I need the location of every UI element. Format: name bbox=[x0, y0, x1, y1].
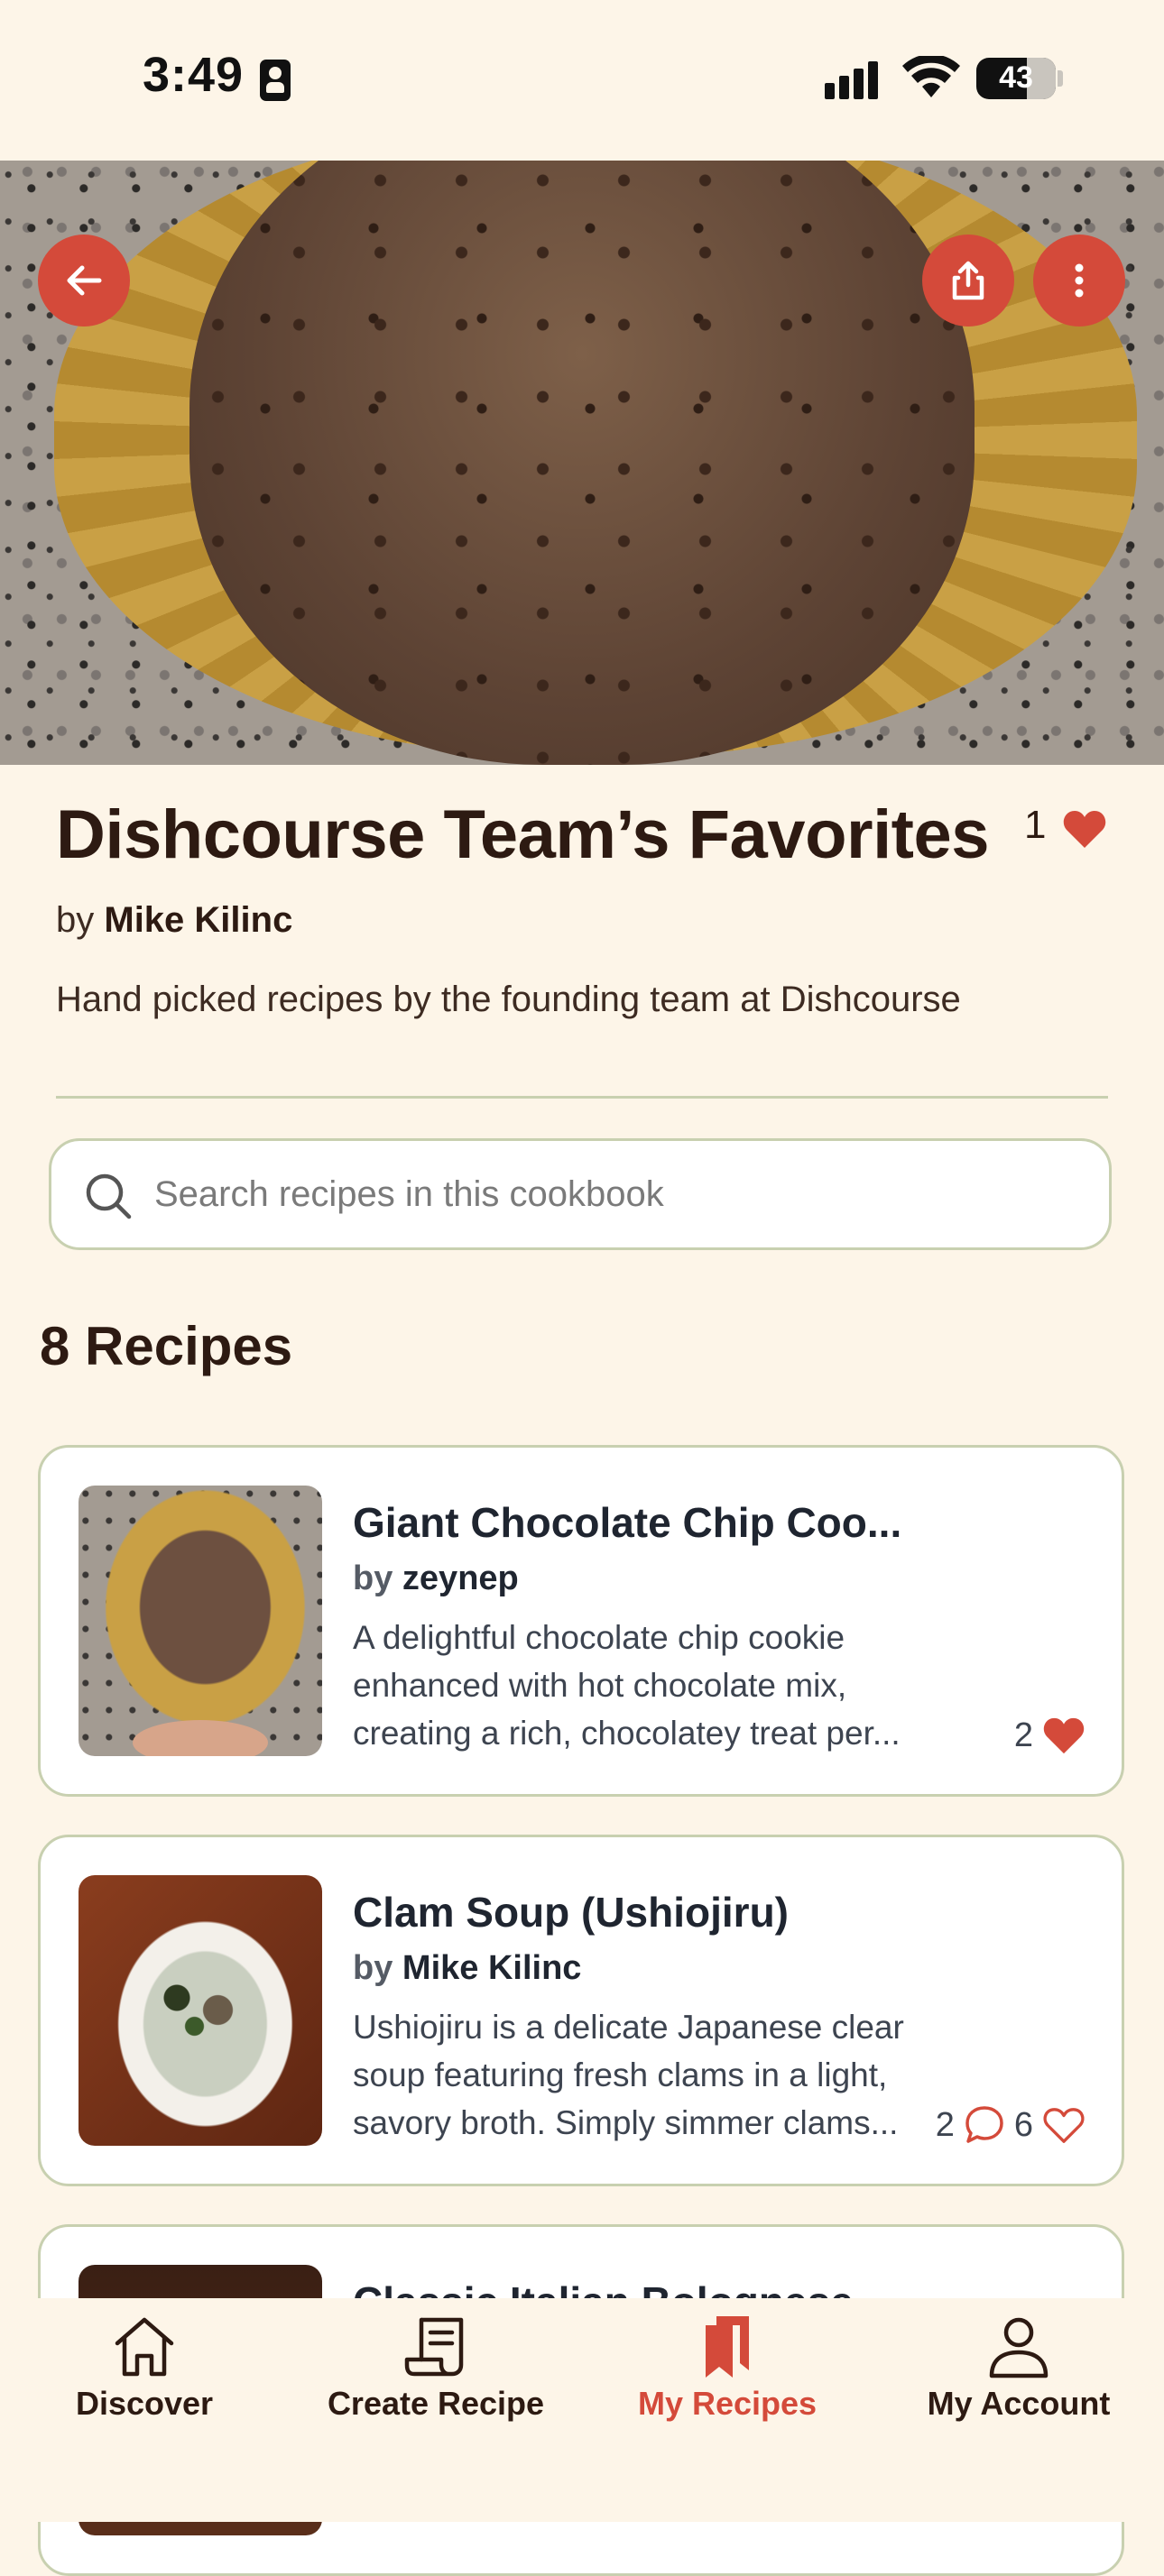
more-options-button[interactable] bbox=[1033, 235, 1125, 327]
recipe-card[interactable]: Clam Soup (Ushiojiru) by Mike Kilinc Ush… bbox=[38, 1835, 1124, 2186]
heart-outline-icon[interactable] bbox=[1042, 2105, 1085, 2145]
tab-create-recipe-label: Create Recipe bbox=[327, 2385, 545, 2422]
recipe-description: A delightful chocolate chip cookie enhan… bbox=[353, 1619, 901, 1752]
tab-discover-label: Discover bbox=[75, 2385, 214, 2422]
recipe-author[interactable]: zeynep bbox=[402, 1559, 519, 1597]
search-box[interactable] bbox=[49, 1138, 1112, 1250]
comment-icon[interactable] bbox=[964, 2104, 1005, 2146]
divider bbox=[56, 1096, 1108, 1099]
recipe-author[interactable]: Mike Kilinc bbox=[402, 1949, 582, 1987]
like-count: 2 bbox=[1013, 1716, 1033, 1754]
like-count: 6 bbox=[1013, 2105, 1033, 2144]
cookbook-author-link[interactable]: Mike Kilinc bbox=[104, 900, 292, 940]
recipe-card[interactable]: Giant Chocolate Chip Coo... by zeynep A … bbox=[38, 1445, 1124, 1797]
recipes-count: 8 Recipes bbox=[40, 1316, 293, 1376]
back-button[interactable] bbox=[38, 235, 130, 327]
cookbook-description: Hand picked recipes by the founding team… bbox=[56, 980, 961, 1019]
arrow-left-icon bbox=[67, 265, 102, 296]
cellular-signal-icon bbox=[825, 60, 884, 99]
heart-filled-icon[interactable] bbox=[1042, 1716, 1085, 1755]
contact-card-icon bbox=[260, 60, 291, 101]
bookmarks-icon bbox=[706, 2316, 749, 2378]
search-icon bbox=[86, 1173, 132, 1219]
recipe-title: Clam Soup (Ushiojiru) bbox=[353, 1889, 789, 1936]
recipe-title: Giant Chocolate Chip Coo... bbox=[353, 1499, 902, 1546]
recipe-meta: 2 6 bbox=[936, 2102, 1085, 2148]
bottom-tab-bar: Discover Create Recipe My Recipes My Acc… bbox=[0, 2298, 1164, 2522]
by-prefix: by bbox=[56, 900, 95, 940]
recipe-byline: by zeynep bbox=[353, 1559, 519, 1598]
cookbook-like-count: 1 bbox=[1024, 803, 1047, 847]
status-time: 3:49 bbox=[143, 48, 245, 102]
battery-tip bbox=[1058, 70, 1063, 87]
more-vertical-icon bbox=[1075, 263, 1084, 298]
tab-my-account-label: My Account bbox=[927, 2385, 1111, 2422]
share-icon bbox=[952, 261, 984, 300]
cookie-photo bbox=[189, 161, 975, 765]
by-prefix: by bbox=[353, 1559, 393, 1597]
tab-my-recipes-label: My Recipes bbox=[637, 2385, 818, 2422]
tab-discover[interactable]: Discover bbox=[9, 2314, 280, 2423]
search-input[interactable] bbox=[152, 1166, 1076, 1222]
recipe-thumbnail bbox=[79, 1486, 322, 1756]
wifi-icon bbox=[902, 56, 960, 97]
comment-count: 2 bbox=[935, 2105, 955, 2144]
tab-create-recipe[interactable]: Create Recipe bbox=[300, 2314, 571, 2423]
recipe-byline: by Mike Kilinc bbox=[353, 1949, 581, 1988]
cookbook-title: Dishcourse Team’s Favorites bbox=[56, 796, 990, 873]
recipe-meta: 2 bbox=[1014, 1713, 1085, 1758]
cookbook-byline: by Mike Kilinc bbox=[56, 900, 292, 941]
user-icon bbox=[989, 2317, 1049, 2378]
recipe-scroll-icon bbox=[404, 2317, 464, 2377]
by-prefix: by bbox=[353, 1949, 393, 1987]
status-bar: 3:49 43 bbox=[0, 0, 1164, 161]
recipe-description: Ushiojiru is a delicate Japanese clear s… bbox=[353, 2009, 904, 2141]
battery-icon: 43 bbox=[976, 58, 1056, 99]
tab-my-account[interactable]: My Account bbox=[883, 2314, 1154, 2423]
share-button[interactable] bbox=[922, 235, 1014, 327]
battery-level: 43 bbox=[999, 60, 1033, 95]
home-icon bbox=[115, 2317, 174, 2377]
tab-my-recipes[interactable]: My Recipes bbox=[592, 2314, 863, 2423]
heart-filled-icon[interactable] bbox=[1062, 808, 1107, 850]
recipe-thumbnail bbox=[79, 1875, 322, 2146]
